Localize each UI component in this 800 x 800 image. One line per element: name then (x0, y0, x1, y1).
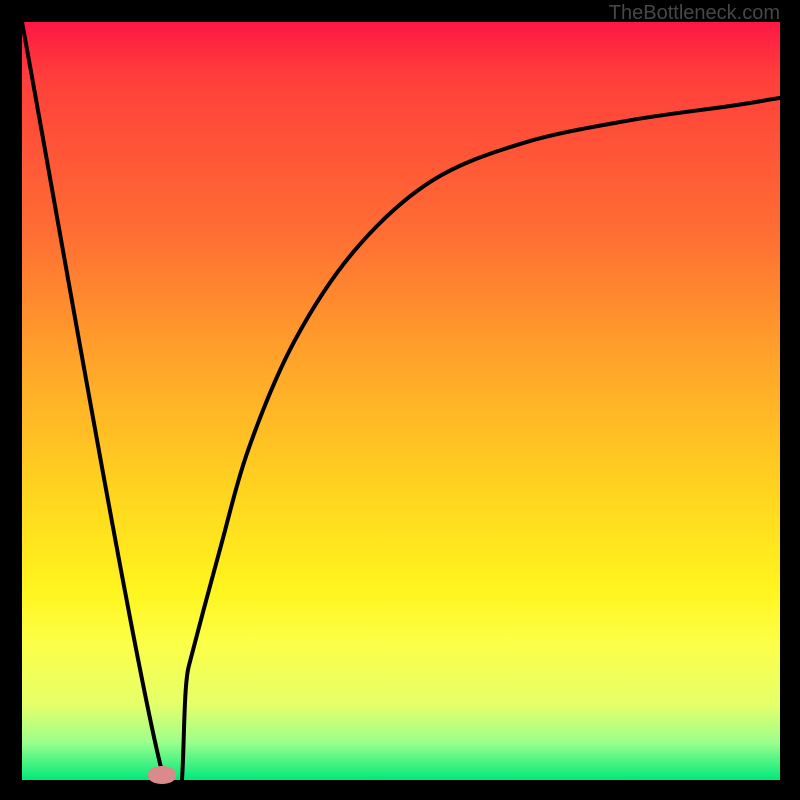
min-marker (148, 766, 176, 784)
bottleneck-curve (22, 22, 780, 780)
chart-frame: TheBottleneck.com (0, 0, 800, 800)
curve-path (22, 22, 780, 780)
watermark-text: TheBottleneck.com (609, 2, 780, 25)
plot-area (22, 22, 780, 780)
